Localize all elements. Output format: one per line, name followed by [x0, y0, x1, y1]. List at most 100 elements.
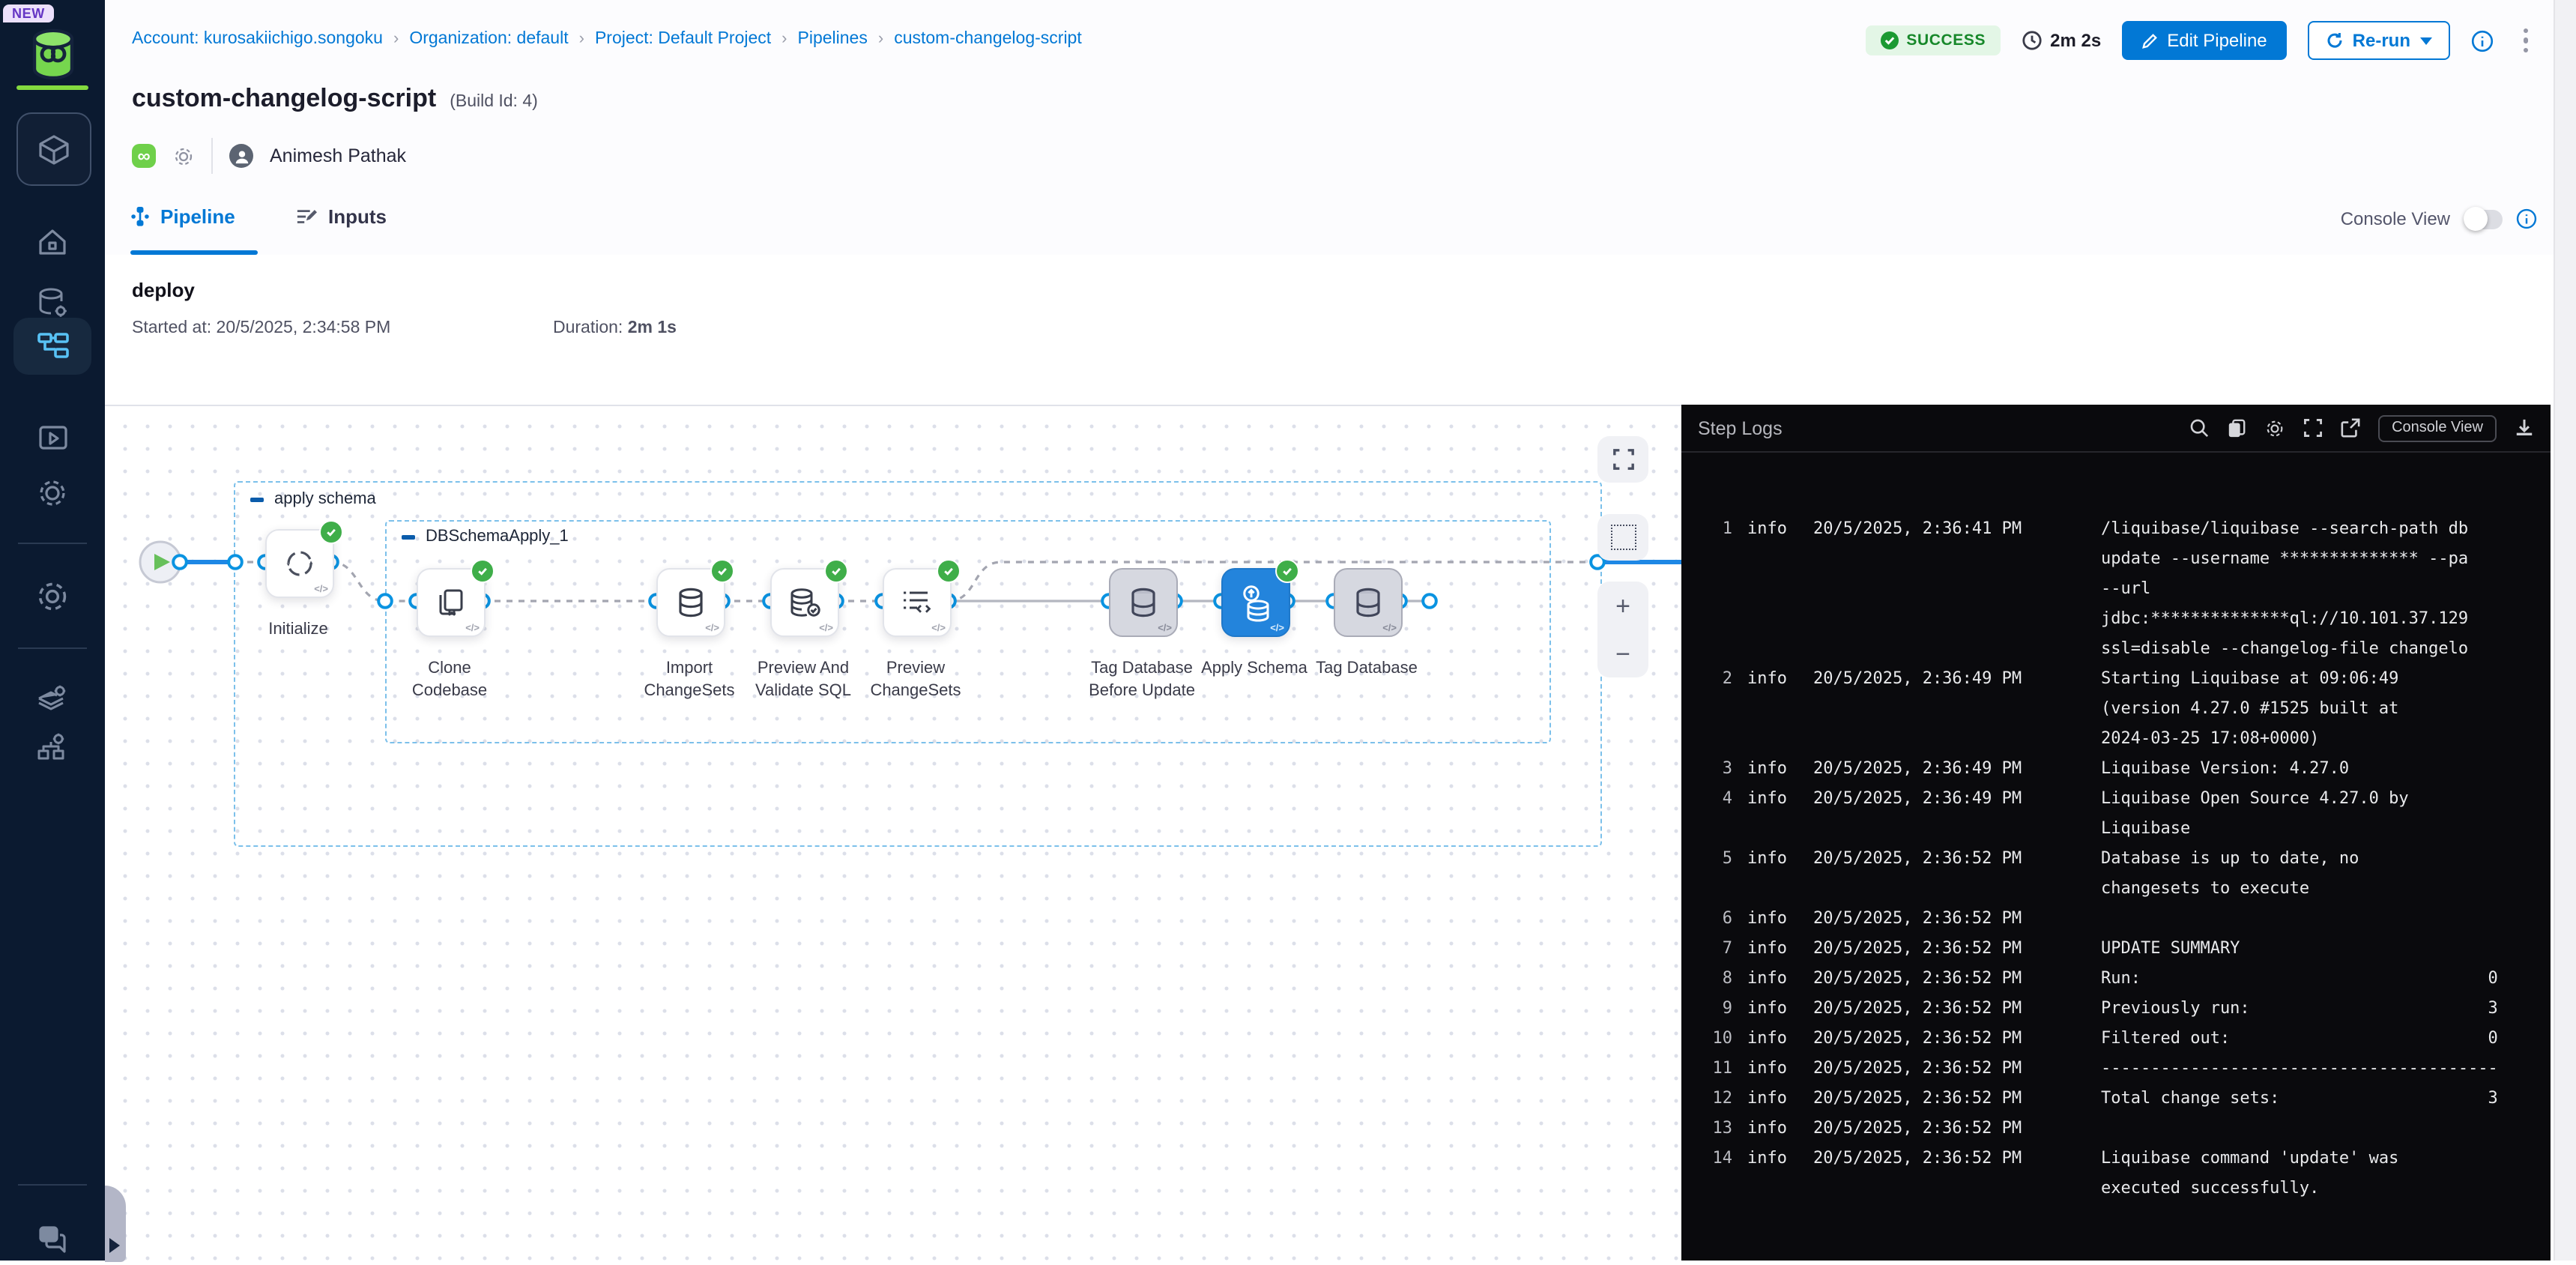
step-node-preview-changesets[interactable]: </>: [883, 568, 952, 637]
left-sidebar: NEW: [0, 0, 105, 1261]
breadcrumb-separator: ›: [878, 30, 883, 48]
divider: [211, 138, 213, 174]
log-row: 14info20/5/2025, 2:36:52 PMLiquibase com…: [1693, 1144, 2536, 1204]
new-badge: NEW: [3, 4, 54, 22]
info-icon[interactable]: [2516, 208, 2537, 229]
database-icon: [673, 585, 709, 621]
step-node-tag-database-before-update[interactable]: </>: [1109, 568, 1178, 637]
tab-bar: Pipeline Inputs Console View: [105, 193, 2576, 256]
database-icon: [1350, 585, 1386, 621]
log-row: 11info20/5/2025, 2:36:52 PM-------------…: [1693, 1054, 2536, 1084]
search-icon[interactable]: [2189, 418, 2209, 438]
success-check-icon: [319, 520, 343, 544]
code-badge: </>: [819, 624, 833, 634]
tab-inputs[interactable]: Inputs: [295, 205, 387, 228]
code-badge: </>: [1158, 624, 1172, 634]
sidebar-item-gear[interactable]: [0, 468, 105, 519]
app-root: NEW: [0, 0, 2576, 1261]
pipeline-meta-row: ∞ Animesh Pathak: [132, 138, 406, 174]
title-row: custom-changelog-script (Build Id: 4): [132, 84, 538, 114]
step-label: PreviewChangeSets: [841, 658, 991, 703]
sidebar-item-pipelines-active[interactable]: [13, 318, 91, 375]
breadcrumb-account[interactable]: Account: kurosakiichigo.songoku: [132, 30, 383, 48]
canvas-zoom-controls: + −: [1597, 582, 1648, 677]
success-check-icon: [937, 559, 961, 583]
step-node-preview-validate-sql[interactable]: </>: [770, 568, 839, 637]
canvas-fullscreen-button[interactable]: [1597, 436, 1648, 483]
success-check-icon: [824, 559, 848, 583]
status-badge: SUCCESS: [1866, 25, 2001, 55]
sidebar-item-infrastructure[interactable]: [0, 722, 105, 773]
module-infinity-icon: ∞: [132, 144, 156, 168]
changeset-list-icon: [899, 585, 935, 621]
step-logs-title: Step Logs: [1698, 417, 1783, 438]
console-view-label: Console View: [2341, 208, 2450, 229]
log-row: 8info20/5/2025, 2:36:52 PMRun: 0: [1693, 964, 2536, 994]
log-row: 1info20/5/2025, 2:36:41 PM/liquibase/liq…: [1693, 514, 2536, 664]
success-check-icon: [1275, 559, 1299, 583]
canvas-pan-handle[interactable]: [105, 1186, 126, 1262]
zoom-out-button[interactable]: −: [1615, 641, 1630, 666]
step-node-clone-codebase[interactable]: </>: [417, 568, 486, 637]
console-view-toggle[interactable]: [2464, 209, 2503, 229]
breadcrumb-current[interactable]: custom-changelog-script: [894, 30, 1082, 48]
fullscreen-icon: [1612, 448, 1634, 471]
fullscreen-icon[interactable]: [2303, 418, 2323, 438]
stage-started: Started at: 20/5/2025, 2:34:58 PM: [132, 319, 390, 337]
breadcrumb-separator: ›: [579, 30, 584, 48]
step-node-tag-database[interactable]: </>: [1334, 568, 1403, 637]
sidebar-item-environments[interactable]: [0, 671, 105, 722]
console-view-button[interactable]: Console View: [2378, 414, 2497, 441]
edit-pipeline-button[interactable]: Edit Pipeline: [2122, 21, 2286, 60]
page-scrollbar[interactable]: [2554, 0, 2576, 1261]
log-row: 12info20/5/2025, 2:36:52 PMTotal change …: [1693, 1084, 2536, 1114]
success-check-icon: [710, 559, 734, 583]
breadcrumb-organization[interactable]: Organization: default: [409, 30, 568, 48]
trigger-author: Animesh Pathak: [270, 145, 406, 166]
step-node-apply-schema-selected[interactable]: </>: [1221, 568, 1290, 637]
step-logs-panel: Step Logs Console View 1info20/5/2025, 2…: [1681, 405, 2551, 1261]
pipeline-canvas[interactable]: apply schema DBSchemaApply_1: [105, 405, 1681, 1262]
sidebar-divider: [18, 647, 87, 649]
open-in-new-icon[interactable]: [2341, 418, 2360, 438]
avatar: [229, 144, 253, 168]
step-node-import-changesets[interactable]: </>: [656, 568, 725, 637]
copy-icon[interactable]: [2227, 418, 2246, 438]
tab-pipeline[interactable]: Pipeline: [130, 205, 235, 228]
log-row: 7info20/5/2025, 2:36:52 PMUPDATE SUMMARY: [1693, 934, 2536, 964]
rerun-button[interactable]: Re-run: [2308, 21, 2449, 60]
check-circle-icon: [1881, 31, 1899, 49]
clock-icon: [2022, 30, 2043, 51]
more-options-menu[interactable]: [2514, 25, 2537, 56]
step-logs-header: Step Logs Console View: [1681, 405, 2551, 453]
step-label: CloneCodebase: [375, 658, 524, 703]
gear-icon[interactable]: [172, 145, 195, 167]
stage-duration: Duration: 2m 1s: [553, 319, 677, 337]
download-icon[interactable]: [2515, 418, 2534, 438]
sidebar-divider: [18, 1184, 87, 1186]
brand-underline: [16, 85, 88, 90]
rerun-icon: [2326, 31, 2344, 49]
sidebar-item-settings[interactable]: [0, 571, 105, 622]
step-node-initialize[interactable]: </>: [265, 529, 334, 598]
help-chat-icon[interactable]: ?: [0, 1214, 105, 1265]
sidebar-item-home[interactable]: [0, 217, 105, 268]
apply-schema-icon: [1236, 582, 1275, 623]
zoom-in-button[interactable]: +: [1615, 593, 1630, 618]
clone-codebase-icon: [433, 585, 469, 621]
info-icon[interactable]: [2470, 29, 2493, 52]
database-devops-logo-icon[interactable]: [28, 27, 78, 81]
module-selector-cube-icon[interactable]: [16, 112, 91, 186]
database-icon: [1125, 585, 1161, 621]
log-row: 3info20/5/2025, 2:36:49 PMLiquibase Vers…: [1693, 754, 2536, 784]
log-lines[interactable]: 1info20/5/2025, 2:36:41 PM/liquibase/liq…: [1681, 453, 2551, 1204]
breadcrumb-pipelines[interactable]: Pipelines: [798, 30, 868, 48]
sidebar-item-executions[interactable]: [0, 412, 105, 463]
breadcrumb-project[interactable]: Project: Default Project: [595, 30, 771, 48]
settings-icon[interactable]: [2264, 417, 2285, 438]
code-badge: </>: [1270, 624, 1284, 634]
breadcrumb: Account: kurosakiichigo.songoku › Organi…: [132, 30, 1082, 48]
svg-text:?: ?: [45, 1229, 52, 1242]
pencil-icon: [2141, 32, 2158, 49]
canvas-select-button[interactable]: [1597, 514, 1648, 561]
